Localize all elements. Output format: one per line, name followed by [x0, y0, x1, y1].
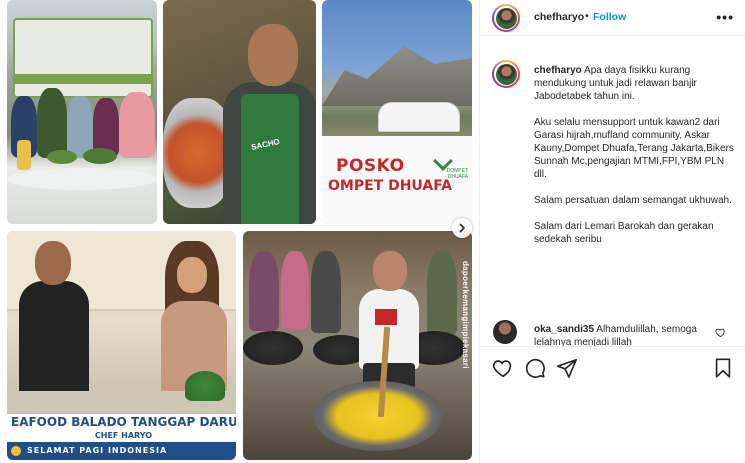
comment-like-icon[interactable]	[715, 327, 726, 338]
channel-icon	[11, 446, 21, 456]
post-details-panel: chefharyo • Follow ••• chefharyo Apa day…	[479, 0, 745, 463]
chef-presenter	[19, 241, 89, 401]
author-username[interactable]: chefharyo	[534, 11, 584, 23]
chef-figure: SACHO	[223, 10, 316, 224]
cooking-table	[7, 168, 157, 190]
commenter-username[interactable]: oka_sandi35	[534, 324, 594, 335]
tv-ticker-text: SELAMAT PAGI INDONESIA	[27, 446, 168, 455]
heart-icon[interactable]	[492, 357, 514, 379]
posko-banner: POSKO OMPET DHUAFA DOMPET DHUAFA	[322, 136, 472, 224]
tv-caption: EAFOOD BALADO TANGGAP DARUI CHEF HARYO	[7, 414, 236, 442]
chevron-right-icon	[459, 223, 466, 233]
caption-paragraph: Salam dari Lemari Barokah dan gerakan se…	[534, 221, 714, 245]
author-avatar[interactable]	[492, 4, 520, 32]
separator-dot: •	[585, 10, 589, 22]
caption-paragraph: Salam persatuan dalam semangat ukhuwah.	[534, 195, 732, 206]
chef-stirring	[355, 251, 423, 393]
volunteer-figure	[37, 88, 67, 158]
crowd-figure	[249, 251, 279, 331]
tv-ticker: SELAMAT PAGI INDONESIA	[7, 442, 236, 460]
photo-tv-cooking-show: EAFOOD BALADO TANGGAP DARUI CHEF HARYO S…	[7, 231, 236, 460]
caption-avatar[interactable]	[492, 60, 520, 88]
tent	[378, 102, 460, 132]
mountain	[322, 46, 472, 106]
oil-bottle	[17, 140, 31, 170]
photo-chef-wok: SACHO	[163, 0, 316, 224]
follow-button[interactable]: Follow	[593, 11, 626, 23]
share-icon[interactable]	[556, 357, 578, 379]
crowd-figure	[281, 251, 309, 329]
caption-username[interactable]: chefharyo	[534, 65, 582, 76]
photo-watermark: dapoerkemangimpiekasari	[461, 261, 470, 369]
volunteer-figure	[119, 92, 155, 158]
post-header: chefharyo • Follow •••	[480, 0, 745, 36]
food-van	[13, 18, 153, 98]
commenter-avatar[interactable]	[493, 320, 517, 344]
vegetable-bowl	[47, 150, 77, 164]
more-options-icon[interactable]: •••	[716, 9, 734, 25]
tv-caption-subtitle: CHEF HARYO	[94, 431, 153, 440]
crowd-figure	[427, 251, 457, 335]
photo-giant-pan-cooking: dapoerkemangimpiekasari	[243, 231, 472, 460]
instagram-post: SACHO POSKO OMPET DHUAFA DOMPET DHUAFA E…	[0, 0, 745, 463]
cooking-pot	[243, 331, 303, 365]
caption-paragraph: Aku selalu mensupport untuk kawan2 dari …	[534, 117, 734, 180]
vegetable-bowl	[83, 148, 117, 164]
photo-volunteers-van	[7, 0, 157, 224]
plant	[185, 371, 225, 401]
dompet-dhuafa-logo: DOMPET DHUAFA	[433, 151, 468, 180]
photo-posko-dompet-dhuafa: POSKO OMPET DHUAFA DOMPET DHUAFA	[322, 0, 472, 224]
tv-caption-title: EAFOOD BALADO TANGGAP DARUI	[11, 415, 236, 429]
post-media-collage[interactable]: SACHO POSKO OMPET DHUAFA DOMPET DHUAFA E…	[0, 0, 479, 463]
comment-row: oka_sandi35 Alhamdulillah, semoga lelahn…	[480, 318, 745, 346]
caption-body: chefharyo Apa daya fisikku kurang menduk…	[534, 64, 738, 259]
bookmark-icon[interactable]	[712, 357, 734, 379]
comment-icon[interactable]	[524, 357, 546, 379]
banner-title: POSKO	[336, 156, 405, 176]
banner-subtitle: OMPET DHUAFA	[328, 178, 452, 194]
next-media-button[interactable]	[452, 218, 472, 238]
comment-body: oka_sandi35 Alhamdulillah, semoga lelahn…	[534, 323, 710, 346]
post-actions-bar	[480, 346, 745, 388]
crowd-figure	[311, 251, 341, 333]
